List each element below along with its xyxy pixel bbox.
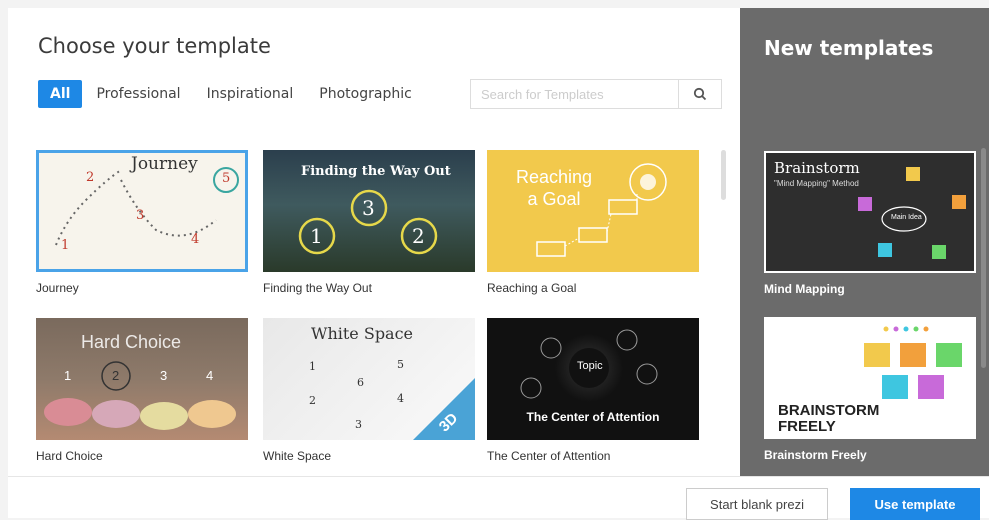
grid-scrollbar[interactable] <box>721 150 726 200</box>
thumb-number: 4 <box>191 232 200 247</box>
thumb-number: 1 <box>310 224 323 248</box>
template-card-white-space[interactable]: White Space 1 2 3 4 5 6 3D White Space <box>263 318 475 463</box>
template-card-hard-choice[interactable]: Hard Choice 1 2 3 4 Hard Choice <box>36 318 248 463</box>
use-template-button[interactable]: Use template <box>850 488 980 520</box>
template-label: Hard Choice <box>36 449 103 463</box>
search-box <box>470 79 722 109</box>
thumb-number: 3 <box>136 208 145 223</box>
thumb-number: 5 <box>222 171 231 186</box>
template-label: Mind Mapping <box>764 282 845 296</box>
filter-tabs: All Professional Inspirational Photograp… <box>38 80 426 108</box>
template-thumbnail: Hard Choice 1 2 3 4 <box>36 318 248 440</box>
search-input[interactable] <box>471 80 678 108</box>
tab-professional[interactable]: Professional <box>84 80 192 108</box>
template-thumbnail: Brainstorm "Mind Mapping" Method Main Id… <box>764 151 976 273</box>
start-blank-button[interactable]: Start blank prezi <box>686 488 828 520</box>
template-thumbnail: White Space 1 2 3 4 5 6 3D <box>263 318 475 440</box>
search-icon <box>693 87 707 101</box>
template-label: White Space <box>263 449 332 463</box>
template-label: Finding the Way Out <box>263 281 372 295</box>
template-thumbnail: Reaching a Goal <box>487 150 699 272</box>
template-card-brainstorm-freely[interactable]: BRAINSTORM FREELY Brainstorm Freely <box>764 317 976 462</box>
template-card-journey[interactable]: Journey 1 2 3 4 5 Journey <box>36 150 248 295</box>
thumb-bubble: Main Idea <box>891 214 922 221</box>
template-card-reaching-a-goal[interactable]: Reaching a Goal Reaching a Goal <box>487 150 699 295</box>
thumb-number: 3 <box>362 196 375 220</box>
template-label: The Center of Attention <box>487 449 611 463</box>
side-title: New templates <box>764 36 934 60</box>
thumb-title: The Center of Attention <box>526 410 660 424</box>
thumb-number: 3 <box>160 368 168 383</box>
thumb-number: 1 <box>64 368 72 383</box>
thumb-number: 2 <box>86 170 95 185</box>
thumb-number: 2 <box>412 224 425 248</box>
template-label: Reaching a Goal <box>487 281 577 295</box>
template-card-finding-the-way-out[interactable]: Finding the Way Out 1 3 2 Finding the Wa… <box>263 150 475 295</box>
template-label: Brainstorm Freely <box>764 448 867 462</box>
thumb-topic: Topic <box>577 360 603 372</box>
dialog-title: Choose your template <box>38 34 271 58</box>
thumb-number: 2 <box>112 368 120 383</box>
dialog-footer <box>8 476 989 518</box>
search-button[interactable] <box>678 80 721 108</box>
template-card-mind-mapping[interactable]: Brainstorm "Mind Mapping" Method Main Id… <box>764 151 976 296</box>
tab-inspirational[interactable]: Inspirational <box>195 80 306 108</box>
template-thumbnail: Journey 1 2 3 4 5 <box>36 150 248 272</box>
template-label: Journey <box>36 281 79 295</box>
tab-all[interactable]: All <box>38 80 83 108</box>
tab-photographic[interactable]: Photographic <box>307 80 424 108</box>
thumb-number: 1 <box>61 238 70 253</box>
thumb-title: Journey <box>131 154 198 174</box>
template-thumbnail: Topic The Center of Attention <box>487 318 699 440</box>
new-templates-panel: New templates Brainstorm "Mind Mapping" … <box>740 8 989 476</box>
template-thumbnail: Finding the Way Out 1 3 2 <box>263 150 475 272</box>
template-thumbnail: BRAINSTORM FREELY <box>764 317 976 439</box>
thumb-number: 4 <box>206 368 214 383</box>
side-scrollbar[interactable] <box>981 148 986 368</box>
template-card-center-of-attention[interactable]: Topic The Center of Attention The Center… <box>487 318 699 463</box>
thumb-title: BRAINSTORM FREELY <box>778 402 880 435</box>
